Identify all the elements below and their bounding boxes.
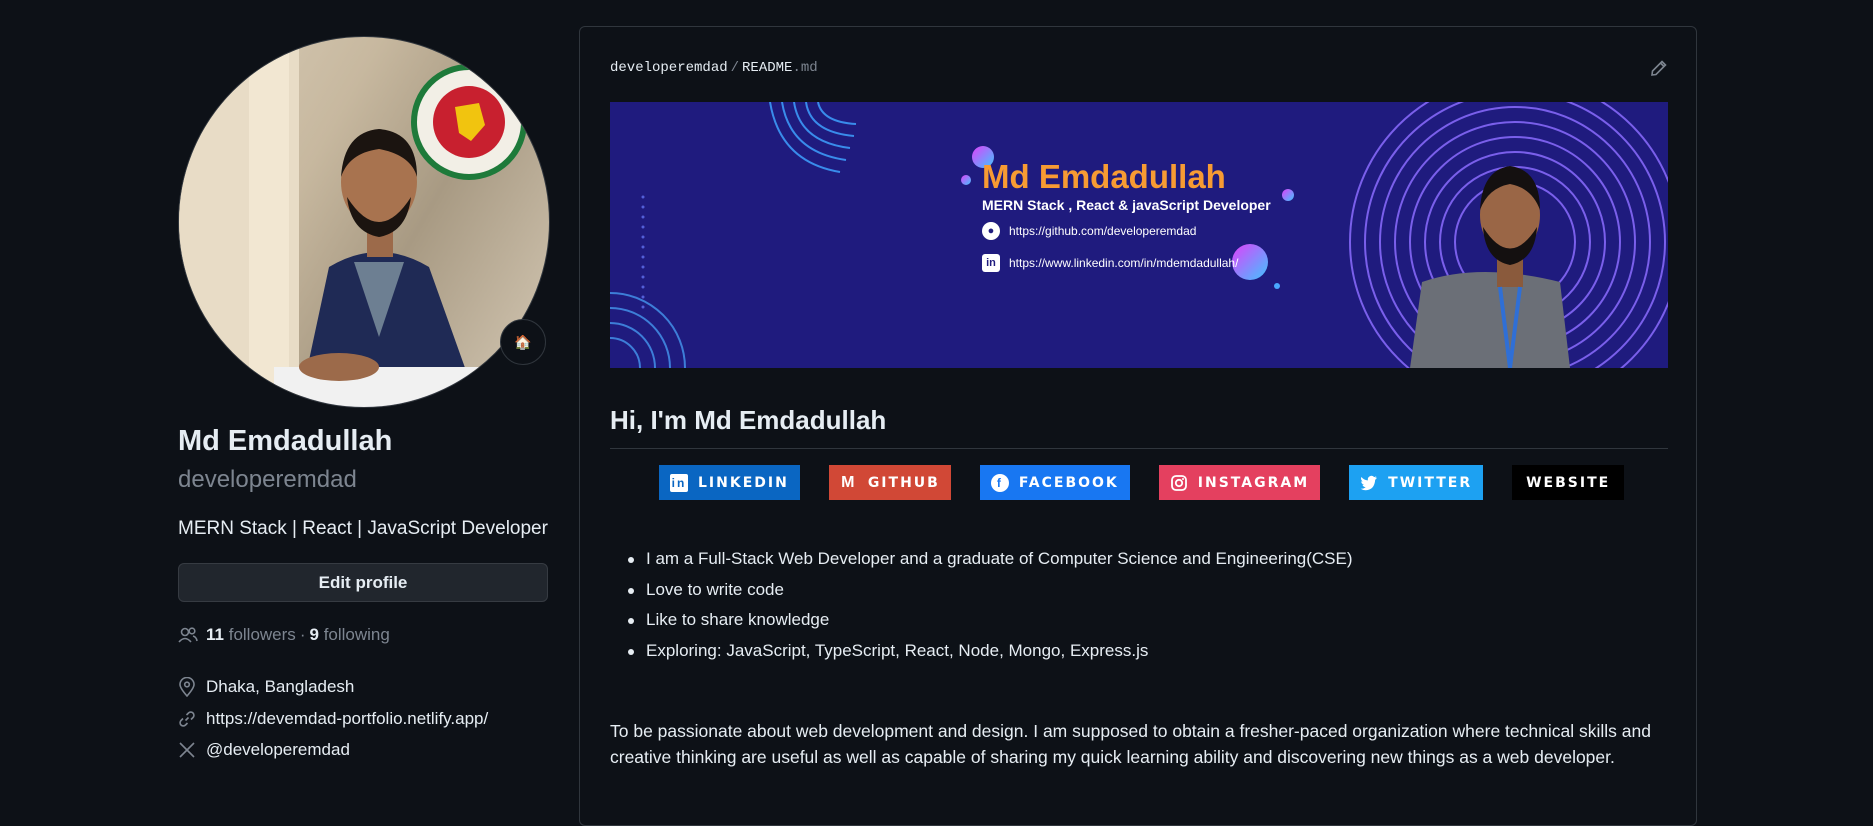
list-item: Exploring: JavaScript, TypeScript, React… <box>628 641 1353 672</box>
social-badges: in LINKEDIN M GITHUB f FACEBOOK INSTAGRA… <box>659 465 1625 500</box>
status-emoji: 🏠 <box>514 333 532 350</box>
twitter-icon <box>1360 474 1378 492</box>
breadcrumb-separator: / <box>730 60 740 76</box>
breadcrumb-file[interactable]: README <box>742 60 792 76</box>
follow-separator: · <box>299 625 306 644</box>
location-text: Dhaka, Bangladesh <box>206 677 355 696</box>
linkedin-icon: in <box>670 473 688 492</box>
follow-stats: 11 followers · 9 following <box>178 625 390 645</box>
profile-login: developeremdad <box>178 466 357 493</box>
avatar[interactable] <box>178 36 550 408</box>
following-link[interactable]: 9 following <box>309 625 389 645</box>
website-row: https://devemdad-portfolio.netlify.app/ <box>178 709 488 729</box>
banner-github-url: https://github.com/developeremdad <box>1009 224 1197 238</box>
readme-card: developeremdad / README.md Md Emdadullah… <box>579 26 1697 826</box>
following-count: 9 <box>309 625 319 644</box>
x-logo-icon <box>179 742 195 758</box>
gmail-icon: M <box>841 473 857 491</box>
edit-readme-button[interactable] <box>1650 59 1668 82</box>
pencil-icon <box>1651 60 1667 76</box>
list-item: Love to write code <box>628 580 1353 611</box>
list-item: Like to share knowledge <box>628 610 1353 641</box>
badge-label: WEBSITE <box>1526 474 1611 491</box>
banner-github-row: ● https://github.com/developeremdad <box>982 222 1196 240</box>
breadcrumb: developeremdad / README.md <box>610 60 818 76</box>
banner-name: Md Emdadullah <box>982 158 1226 195</box>
link-icon <box>179 711 195 727</box>
linkedin-badge[interactable]: in LINKEDIN <box>659 465 800 500</box>
readme-banner: Md Emdadullah MERN Stack , React & javaS… <box>610 102 1668 368</box>
banner-linkedin-url: https://www.linkedin.com/in/mdemdadullah… <box>1009 256 1239 270</box>
banner-linkedin-row: in https://www.linkedin.com/in/mdemdadul… <box>982 254 1238 272</box>
x-row: @developeremdad <box>178 740 350 760</box>
location-icon <box>179 677 195 697</box>
followers-count: 11 <box>206 625 224 644</box>
breadcrumb-extension: .md <box>792 60 818 76</box>
following-label: following <box>323 625 390 644</box>
profile-bio: MERN Stack | React | JavaScript Develope… <box>178 518 548 539</box>
status-button[interactable]: 🏠 <box>500 319 546 365</box>
breadcrumb-owner[interactable]: developeremdad <box>610 60 728 76</box>
github-badge[interactable]: M GITHUB <box>828 465 951 500</box>
facebook-badge[interactable]: f FACEBOOK <box>979 465 1130 500</box>
badge-label: TWITTER <box>1388 474 1473 491</box>
about-list: I am a Full-Stack Web Developer and a gr… <box>628 549 1353 672</box>
banner-role: MERN Stack , React & javaScript Develope… <box>982 197 1271 213</box>
edit-profile-button[interactable]: Edit profile <box>178 563 548 602</box>
location-row: Dhaka, Bangladesh <box>178 677 354 697</box>
linkedin-icon: in <box>982 254 1000 272</box>
avatar-container: 🏠 <box>178 36 550 408</box>
avatar-photo <box>179 37 527 407</box>
list-item: I am a Full-Stack Web Developer and a gr… <box>628 549 1353 580</box>
instagram-icon <box>1170 474 1188 492</box>
github-icon: ● <box>982 222 1000 240</box>
people-icon <box>178 627 198 643</box>
followers-label: followers <box>228 625 296 644</box>
readme-heading: Hi, I'm Md Emdadullah <box>610 405 1668 449</box>
badge-label: GITHUB <box>867 474 940 491</box>
facebook-icon: f <box>990 473 1009 492</box>
website-link[interactable]: https://devemdad-portfolio.netlify.app/ <box>206 709 488 729</box>
badge-label: FACEBOOK <box>1018 474 1119 491</box>
x-handle-link[interactable]: @developeremdad <box>206 740 350 760</box>
followers-link[interactable]: 11 followers <box>206 625 296 645</box>
badge-label: LINKEDIN <box>698 474 789 491</box>
instagram-badge[interactable]: INSTAGRAM <box>1158 465 1321 500</box>
twitter-badge[interactable]: TWITTER <box>1349 465 1484 500</box>
about-paragraph: To be passionate about web development a… <box>610 721 1651 767</box>
badge-label: INSTAGRAM <box>1197 474 1310 491</box>
profile-name: Md Emdadullah <box>178 425 393 457</box>
website-badge[interactable]: WEBSITE <box>1512 465 1625 500</box>
